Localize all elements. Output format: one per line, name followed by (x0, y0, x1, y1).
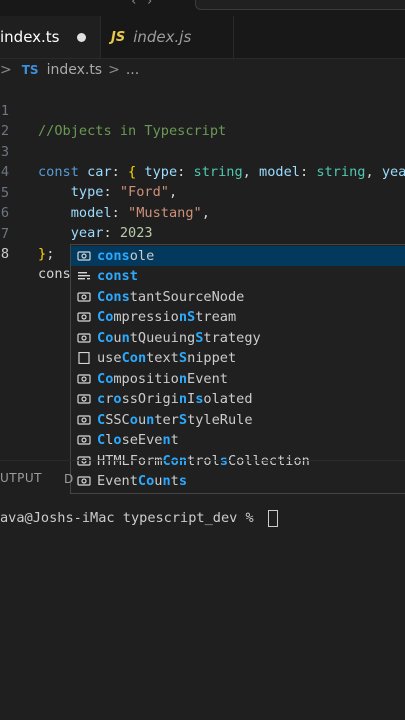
suggestion-item[interactable]: const (71, 266, 405, 286)
symbol-variable-icon (75, 413, 93, 427)
code-line: 2 (0, 101, 405, 139)
line-number: 8 (0, 246, 9, 262)
symbol-variable-icon (75, 331, 93, 345)
suggestion-item[interactable]: CompositionEvent (71, 369, 405, 389)
breadcrumb-file[interactable]: index.ts (47, 62, 103, 78)
suggestion-item[interactable]: crossOriginIsolated (71, 389, 405, 409)
typed-text: cons (38, 266, 71, 282)
code-line: 4 type: "Ford", (0, 164, 178, 200)
panel-divider (0, 460, 405, 461)
suggestion-widget: cons ole const ConstantSourceNode Compres… (70, 244, 405, 494)
suggestion-item[interactable]: CompressionStream (71, 307, 405, 327)
code-line: 6 year: 2023 (0, 205, 153, 241)
symbol-snippet-icon (75, 351, 93, 365)
code-line: 5 model: "Mustang", (0, 185, 210, 221)
suggestion-item[interactable]: useContextSnippet (71, 348, 405, 368)
tab-label: index.ts (0, 28, 60, 46)
tab-index-ts[interactable]: index.ts (0, 16, 101, 58)
unsaved-dot-icon[interactable] (77, 33, 86, 42)
symbol-variable-icon (75, 249, 93, 263)
panel-tab-output[interactable]: UTPUT (0, 466, 42, 490)
suggestion-label: CloseEvent (97, 432, 179, 448)
terminal-prompt: ava@Joshs-iMac typescript_dev % (0, 510, 262, 526)
panel-tab-label: UTPUT (0, 471, 42, 485)
code-line: 7 }; (0, 204, 405, 262)
suggestion-item[interactable]: ConstantSourceNode (71, 287, 405, 307)
symbol-variable-icon (75, 392, 93, 406)
suggestion-label: HTMLFormControlsCollection (97, 453, 310, 469)
symbol-variable-icon (75, 474, 93, 488)
suggestion-item[interactable]: CountQueuingStrategy (71, 328, 405, 348)
breadcrumb: > TS index.ts > ... (0, 59, 139, 81)
chevron-right-icon: > (108, 62, 120, 78)
chevron-right-icon: > (0, 62, 12, 78)
symbol-variable-icon (75, 290, 93, 304)
symbol-keyword-icon (75, 269, 93, 283)
javascript-file-icon: JS (111, 29, 126, 45)
suggestion-label: CountQueuingStrategy (97, 330, 261, 346)
suggestion-item[interactable]: CloseEvent (71, 430, 405, 450)
suggestion-match: const (97, 268, 138, 284)
suggestion-label: CompressionStream (97, 309, 237, 325)
symbol-variable-icon (75, 372, 93, 386)
typescript-file-icon: TS (21, 63, 39, 77)
symbol-variable-icon (75, 454, 93, 468)
title-bar: ‹ › (0, 0, 405, 16)
tab-index-js[interactable]: JS index.js (101, 16, 234, 58)
symbol-variable-icon (75, 433, 93, 447)
breadcrumb-symbols[interactable]: ... (126, 62, 139, 78)
suggestion-label: ConstantSourceNode (97, 289, 245, 305)
suggestion-item[interactable]: CSSCounterStyleRule (71, 410, 405, 430)
terminal-prompt-line[interactable]: ava@Joshs-iMac typescript_dev % (0, 508, 278, 528)
symbol-variable-icon (75, 310, 93, 324)
suggestion-rest: ole (129, 248, 155, 264)
code-line: 3 const car: { type: string, model: stri… (0, 122, 405, 180)
suggestion-label: CompositionEvent (97, 371, 228, 387)
nav-arrows[interactable]: ‹ › (130, 0, 153, 9)
suggestion-item[interactable]: EventCounts (71, 471, 405, 491)
tab-label: index.js (133, 28, 192, 46)
editor-tabs: index.ts JS index.js (0, 16, 405, 59)
suggestion-label: EventCounts (97, 473, 188, 489)
terminal-cursor (267, 509, 278, 527)
code-line: 1 //Objects in Typescript (0, 81, 405, 139)
suggestion-item[interactable]: cons ole (71, 246, 405, 266)
suggestion-label: useContextSnippet (97, 350, 237, 366)
suggestion-label: crossOriginIsolated (97, 391, 253, 407)
suggestion-item[interactable]: HTMLFormControlsCollection (71, 451, 405, 471)
panel-tab-label: D (64, 472, 74, 486)
suggestion-match: cons (97, 248, 130, 264)
suggestion-label: CSSCounterStyleRule (97, 412, 253, 428)
code-line-current: 8 cons (0, 224, 405, 282)
command-center[interactable] (195, 0, 405, 10)
vscode-window: ‹ › index.ts JS index.js > TS index.ts >… (0, 0, 405, 720)
panel-tab-debug[interactable]: D (64, 472, 73, 486)
